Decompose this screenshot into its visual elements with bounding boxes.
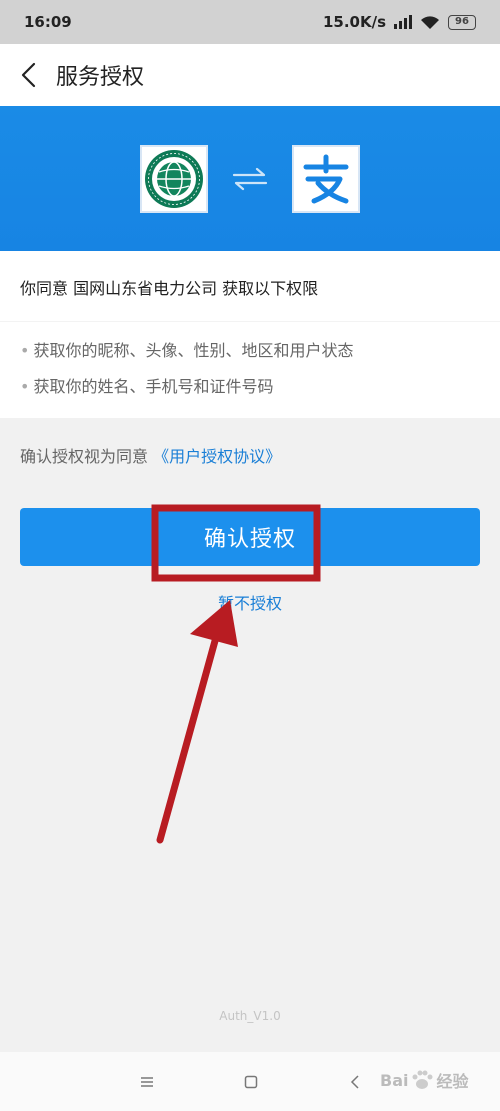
divider	[0, 321, 500, 322]
wifi-icon	[421, 15, 439, 29]
signal-icon	[394, 15, 412, 29]
home-button[interactable]	[237, 1068, 265, 1096]
alipay-logo	[292, 144, 360, 213]
battery-icon: 96	[448, 14, 476, 30]
navigation-bar: 服务授权	[0, 44, 500, 106]
agreement-prefix: 确认授权视为同意	[20, 447, 149, 466]
status-bar: 16:09 15.0K/s 96	[0, 0, 500, 44]
page-title: 服务授权	[56, 65, 145, 90]
permission-list: • 获取你的昵称、头像、性别、地区和用户状态 • 获取你的姓名、手机号和证件号码	[20, 339, 353, 411]
status-indicators: 15.0K/s 96	[323, 13, 476, 31]
consent-text: 你同意 国网山东省电力公司 获取以下权限	[20, 279, 319, 298]
auth-banner	[0, 106, 500, 251]
back-button[interactable]	[0, 44, 56, 106]
home-square-icon	[244, 1075, 258, 1089]
decline-authorization-link[interactable]: 暂不授权	[0, 590, 500, 614]
swap-arrows-icon	[232, 167, 268, 190]
paw-icon	[412, 1070, 433, 1089]
permission-item: • 获取你的姓名、手机号和证件号码	[20, 377, 274, 396]
menu-icon	[141, 1077, 153, 1087]
system-back-button[interactable]	[341, 1068, 369, 1096]
user-agreement-link[interactable]: 《用户授权协议》	[153, 447, 281, 466]
network-speed: 15.0K/s	[322, 13, 386, 31]
sgcc-logo	[140, 144, 208, 213]
status-time: 16:09	[24, 13, 72, 31]
permission-panel: 你同意 国网山东省电力公司 获取以下权限 • 获取你的昵称、头像、性别、地区和用户…	[0, 251, 500, 418]
confirm-authorization-button[interactable]: 确认授权	[20, 508, 480, 566]
back-triangle-icon	[350, 1075, 359, 1089]
menu-button[interactable]	[133, 1068, 161, 1096]
chevron-left-icon	[21, 62, 36, 88]
agreement-notice: 确认授权视为同意 《用户授权协议》	[20, 443, 281, 467]
version-label: Auth_V1.0	[219, 1009, 281, 1023]
annotation-arrow-shaft	[156, 626, 222, 844]
permission-item: • 获取你的昵称、头像、性别、地区和用户状态	[20, 341, 354, 360]
permission-item-text: 获取你的姓名、手机号和证件号码	[33, 377, 274, 396]
baidu-jingyan-watermark: Bai 经验	[380, 1058, 492, 1102]
permission-item-text: 获取你的昵称、头像、性别、地区和用户状态	[33, 341, 354, 360]
